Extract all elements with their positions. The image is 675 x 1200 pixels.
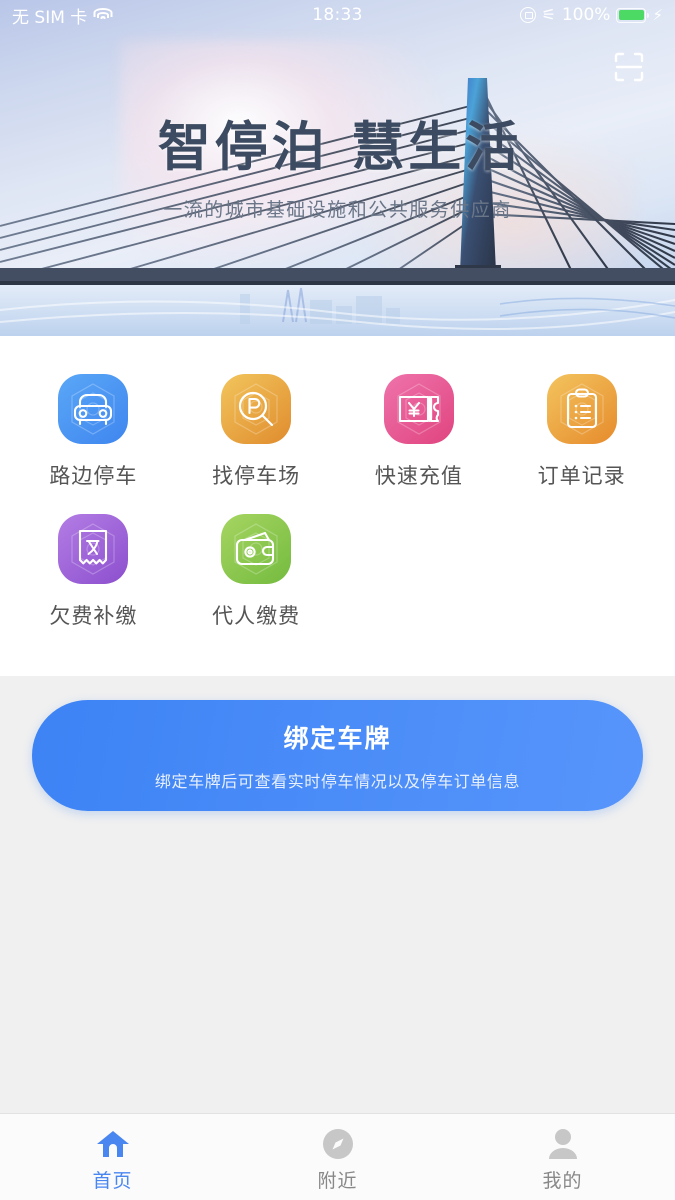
tab-label: 附近 <box>317 1170 358 1192</box>
grid-item-quick-recharge[interactable]: 快速充值 <box>338 374 501 490</box>
grid-item-label: 欠费补缴 <box>49 604 138 628</box>
page-subtitle: 一流的城市基础设施和公共服务供应商 <box>163 199 512 221</box>
grid-item-label: 快速充值 <box>374 464 463 488</box>
grid-item-label: 订单记录 <box>537 464 626 488</box>
bind-plate-subtitle: 绑定车牌后可查看实时停车情况以及停车订单信息 <box>154 772 521 791</box>
grid-item-overdue-payment[interactable]: 欠费补缴 <box>12 514 175 630</box>
shortcut-panel: 路边停车 找停车场 快速充值 订单记录 欠费补缴 代人缴费 <box>0 336 675 676</box>
grid-item-label: 路边停车 <box>49 464 138 488</box>
parking-search-icon <box>221 374 292 444</box>
clipboard-list-glyph <box>566 388 597 429</box>
bluetooth-icon: ⚟ <box>541 5 556 24</box>
tab-label: 我的 <box>542 1170 583 1192</box>
ticket-yen-glyph <box>398 395 439 423</box>
grid-item-label: 找停车场 <box>212 464 301 488</box>
clock-label: 18:33 <box>312 5 363 25</box>
scan-qr-icon <box>614 52 644 82</box>
clipboard-icon <box>546 374 617 444</box>
recharge-ticket-icon <box>383 374 454 444</box>
wallet-glyph <box>236 531 275 566</box>
magnifier-p-glyph <box>239 391 274 427</box>
grid-item-pay-for-others[interactable]: 代人缴费 <box>175 514 338 630</box>
car-icon <box>58 374 129 444</box>
grid-item-order-records[interactable]: 订单记录 <box>500 374 663 490</box>
bind-plate-title: 绑定车牌 <box>283 724 392 753</box>
wallet-icon <box>221 514 292 584</box>
shortcut-grid: 路边停车 找停车场 快速充值 订单记录 欠费补缴 代人缴费 <box>0 336 675 630</box>
tab-nearby[interactable]: 附近 <box>225 1126 450 1193</box>
compass-icon <box>322 1126 354 1162</box>
status-left: 无 SIM 卡 <box>12 3 312 28</box>
person-icon <box>548 1126 578 1162</box>
carrier-label: 无 SIM 卡 <box>12 7 88 28</box>
grid-item-roadside-parking[interactable]: 路边停车 <box>12 374 175 490</box>
grid-item-label: 代人缴费 <box>212 604 301 628</box>
battery-full-icon <box>616 7 650 23</box>
bottom-tab-bar: 首页 附近 我的 <box>0 1113 675 1200</box>
grid-item-find-parking-lot[interactable]: 找停车场 <box>175 374 338 490</box>
tab-label: 首页 <box>92 1170 133 1192</box>
charging-bolt-icon: ⚡ <box>652 5 663 24</box>
receipt-qian-glyph <box>79 529 108 565</box>
status-right: ⚟ 100% ⚡ <box>363 5 663 25</box>
car-glyph <box>74 393 113 426</box>
tab-home[interactable]: 首页 <box>0 1126 225 1193</box>
rotation-lock-icon <box>519 7 536 23</box>
battery-percent-label: 100% <box>561 5 611 25</box>
scan-qr-button[interactable] <box>607 45 651 89</box>
overdue-receipt-icon <box>58 514 129 584</box>
home-icon <box>96 1126 130 1162</box>
hero-banner: 智停泊 慧生活 一流的城市基础设施和公共服务供应商 <box>0 0 675 336</box>
tab-profile[interactable]: 我的 <box>450 1126 675 1193</box>
bind-plate-card[interactable]: 绑定车牌 绑定车牌后可查看实时停车情况以及停车订单信息 <box>32 700 643 811</box>
wifi-icon <box>93 8 113 22</box>
status-bar: 无 SIM 卡 18:33 ⚟ 100% ⚡ <box>0 0 675 30</box>
page-title: 智停泊 慧生活 <box>157 117 523 178</box>
